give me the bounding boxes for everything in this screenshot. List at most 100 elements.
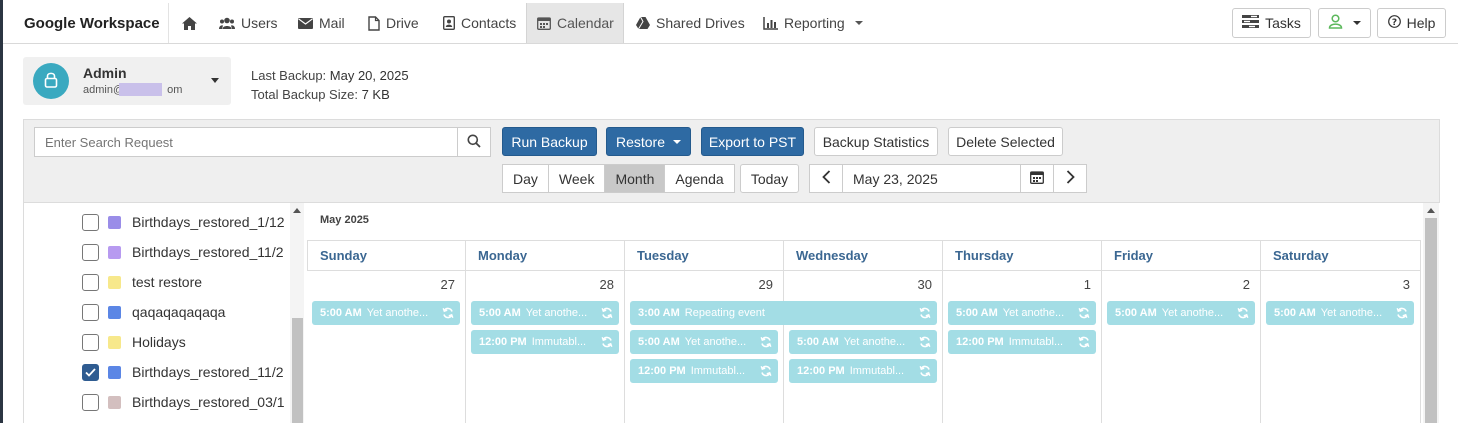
scroll-up-icon[interactable] — [293, 208, 301, 213]
nav-shared-drives[interactable]: Shared Drives — [626, 3, 755, 43]
date-picker-button[interactable] — [1020, 164, 1054, 193]
recurring-icon — [601, 307, 613, 319]
calendar-event[interactable]: 12:00 PM Immutabl... — [789, 359, 937, 383]
day-number[interactable]: 2 — [1102, 277, 1250, 292]
date-field[interactable]: May 23, 2025 — [842, 164, 1021, 193]
delete-selected-button[interactable]: Delete Selected — [948, 127, 1063, 156]
calendar-event[interactable]: 5:00 AM Yet anothe... — [630, 330, 778, 354]
email-redaction — [119, 83, 162, 96]
event-title: Yet anothe... — [843, 336, 906, 348]
recurring-icon — [1078, 336, 1090, 348]
recurring-icon — [1078, 307, 1090, 319]
brand-title: Google Workspace — [24, 15, 160, 32]
day-cell[interactable] — [1261, 270, 1421, 423]
calendar-checkbox[interactable] — [82, 333, 99, 351]
calendar-checkbox[interactable] — [82, 363, 99, 381]
recurring-icon — [601, 336, 613, 348]
calendar-event[interactable]: 5:00 AM Yet anothe... — [471, 301, 619, 325]
calendar-event[interactable]: 3:00 AM Repeating event — [630, 301, 937, 325]
prev-button[interactable] — [809, 164, 843, 193]
account-selector[interactable]: Admin admin@ om — [23, 57, 231, 105]
nav-calendar[interactable]: Calendar — [526, 3, 624, 43]
account-name: Admin — [83, 65, 127, 81]
view-day-button[interactable]: Day — [502, 164, 549, 193]
recurring-icon — [760, 336, 772, 348]
calendar-list-item[interactable]: Birthdays_restored_1/12 — [82, 210, 285, 234]
scroll-up-icon[interactable] — [1427, 208, 1435, 213]
calendar-color-swatch — [108, 365, 121, 379]
calendar-event[interactable]: 5:00 AM Yet anothe... — [312, 301, 460, 325]
calendar-list-item[interactable]: test restore — [82, 270, 202, 294]
day-cell[interactable] — [1102, 270, 1261, 423]
nav-home[interactable] — [171, 3, 208, 43]
top-navbar: Google Workspace Users Mail Drive Contac… — [3, 3, 1458, 44]
calendar-checkbox[interactable] — [82, 393, 99, 411]
window-edge — [0, 0, 3, 423]
event-time: 5:00 AM — [956, 307, 998, 319]
recurring-icon — [919, 365, 931, 377]
calendar-list-item[interactable]: Birthdays_restored_03/1 — [82, 390, 285, 414]
calendar-checkbox[interactable] — [82, 273, 99, 291]
restore-button[interactable]: Restore — [606, 127, 691, 156]
recurring-icon — [1237, 307, 1249, 319]
nav-reporting[interactable]: Reporting — [753, 3, 873, 43]
event-time: 5:00 AM — [1274, 307, 1316, 319]
calendar-label: Holidays — [132, 334, 186, 350]
day-number[interactable]: 30 — [784, 277, 932, 292]
calendar-list-item[interactable]: Birthdays_restored_11/2 — [82, 360, 284, 384]
event-title: Yet anothe... — [1002, 307, 1065, 319]
day-number[interactable]: 1 — [943, 277, 1091, 292]
help-button[interactable]: ? Help — [1377, 8, 1446, 38]
calendar-checkbox[interactable] — [82, 243, 99, 261]
nav-contacts[interactable]: Contacts — [433, 3, 526, 43]
view-agenda-button[interactable]: Agenda — [664, 164, 735, 193]
event-time: 5:00 AM — [1115, 307, 1157, 319]
export-pst-button[interactable]: Export to PST — [701, 127, 804, 156]
avatar — [33, 63, 69, 99]
search-input[interactable] — [34, 127, 458, 157]
day-number[interactable]: 28 — [466, 277, 614, 292]
user-menu-button[interactable] — [1318, 8, 1371, 38]
nav-users[interactable]: Users — [209, 3, 288, 43]
calendar-scroll-thumb[interactable] — [1425, 218, 1437, 423]
view-week-button[interactable]: Week — [547, 164, 606, 193]
day-cell[interactable] — [307, 270, 466, 423]
calendar-event[interactable]: 5:00 AM Yet anothe... — [948, 301, 1096, 325]
nav-mail-label: Mail — [319, 15, 345, 31]
calendar-checkbox[interactable] — [82, 303, 99, 321]
calendar-list-item[interactable]: qaqaqaqaqaqa — [82, 300, 225, 324]
svg-text:?: ? — [1391, 18, 1396, 28]
today-button[interactable]: Today — [740, 164, 799, 193]
calendar-event[interactable]: 12:00 PM Immutabl... — [948, 330, 1096, 354]
calendar-event[interactable]: 12:00 PM Immutabl... — [630, 359, 778, 383]
sidebar-scroll-thumb[interactable] — [292, 318, 303, 423]
day-number[interactable]: 27 — [307, 277, 455, 292]
tasks-label: Tasks — [1265, 15, 1301, 31]
nav-calendar-label: Calendar — [557, 15, 614, 31]
calendar-event[interactable]: 5:00 AM Yet anothe... — [1107, 301, 1255, 325]
nav-drive[interactable]: Drive — [358, 3, 429, 43]
day-header: Thursday — [943, 240, 1102, 271]
next-button[interactable] — [1053, 164, 1087, 193]
nav-reporting-label: Reporting — [784, 15, 845, 31]
calendar-label: Birthdays_restored_11/2 — [132, 244, 284, 260]
tasks-button[interactable]: Tasks — [1232, 8, 1311, 38]
calendar-event[interactable]: 12:00 PM Immutabl... — [471, 330, 619, 354]
run-backup-button[interactable]: Run Backup — [502, 127, 597, 156]
search-button[interactable] — [457, 127, 491, 157]
calendar-color-swatch — [108, 335, 121, 349]
calendar-event[interactable]: 5:00 AM Yet anothe... — [1266, 301, 1414, 325]
view-month-button[interactable]: Month — [604, 164, 666, 193]
day-number[interactable]: 29 — [625, 277, 773, 292]
calendar-list-item[interactable]: Birthdays_restored_11/2 — [82, 240, 284, 264]
nav-mail[interactable]: Mail — [288, 3, 355, 43]
day-number[interactable]: 3 — [1261, 277, 1410, 292]
calendar-list-item[interactable]: Holidays — [82, 330, 186, 354]
bar-chart-icon — [763, 16, 778, 30]
event-time: 5:00 AM — [320, 307, 362, 319]
calendar-checkbox[interactable] — [82, 213, 99, 231]
backup-statistics-button[interactable]: Backup Statistics — [814, 127, 938, 156]
day-header: Friday — [1102, 240, 1261, 271]
event-time: 5:00 AM — [797, 336, 839, 348]
calendar-event[interactable]: 5:00 AM Yet anothe... — [789, 330, 937, 354]
